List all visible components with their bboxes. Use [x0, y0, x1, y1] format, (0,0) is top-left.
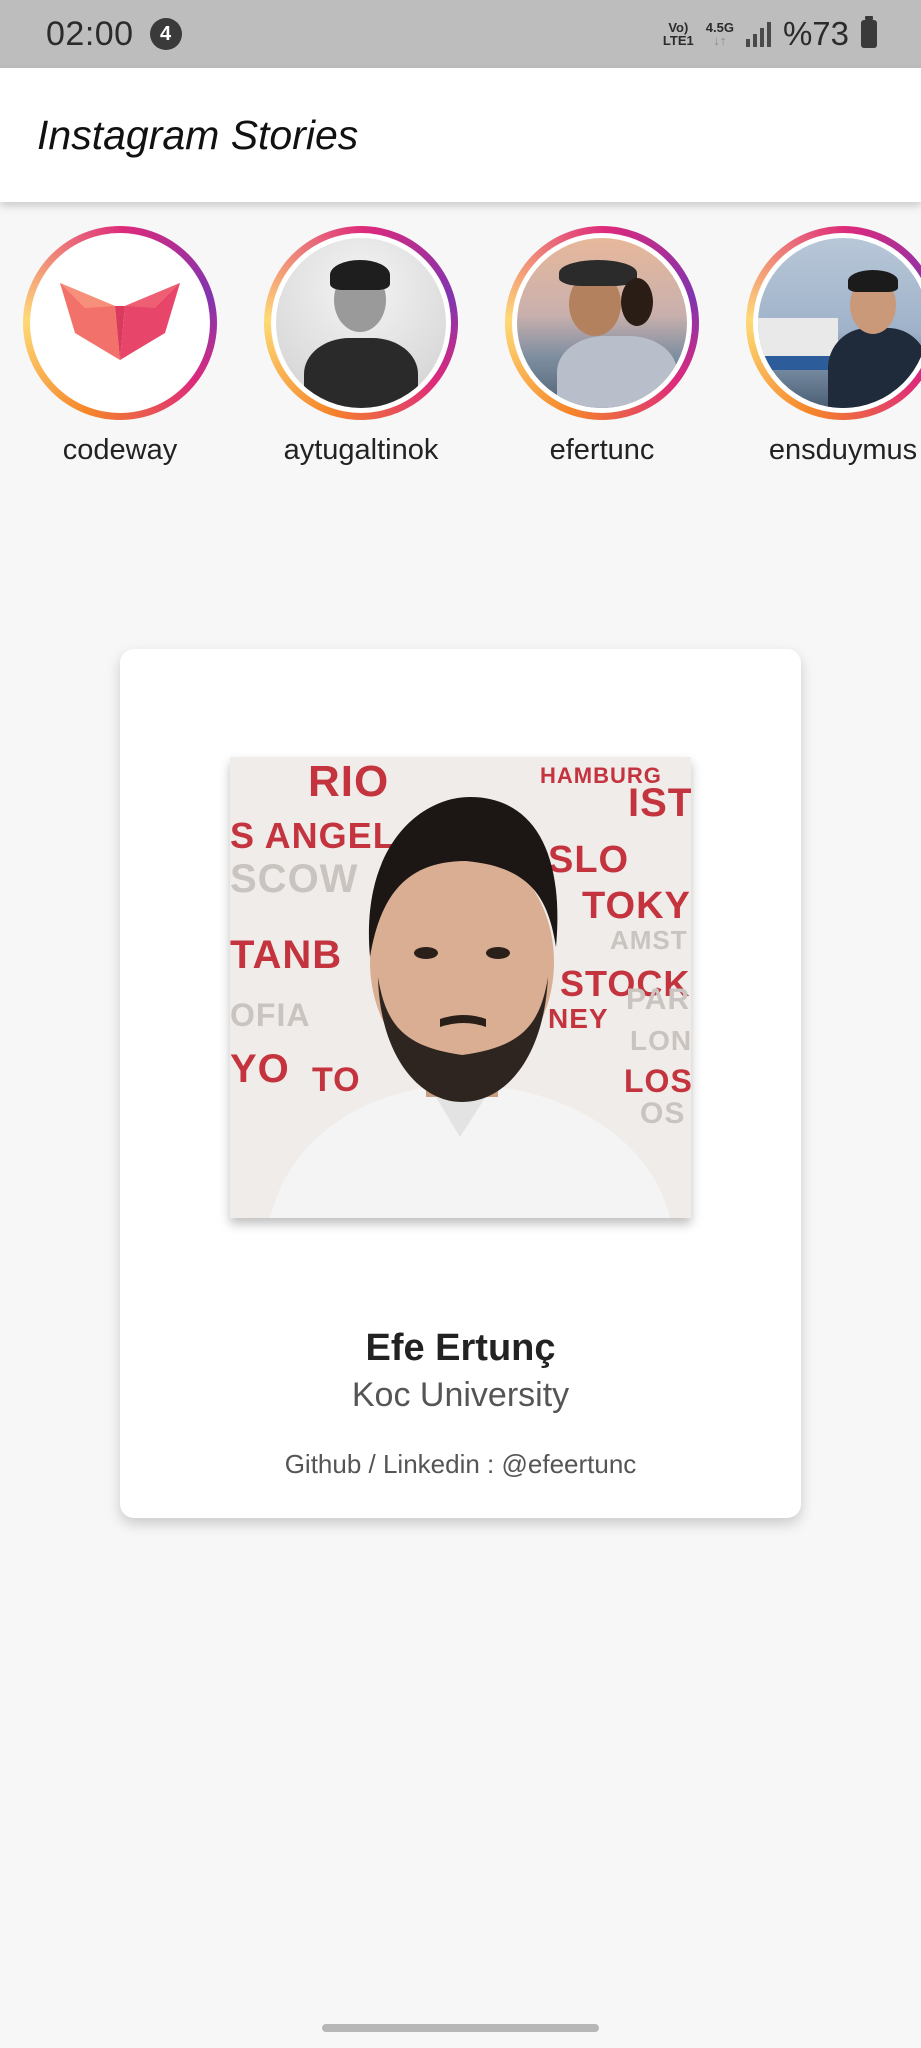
status-left: 02:00 4 — [46, 15, 182, 54]
story-avatar-frame — [512, 233, 692, 413]
stories-row[interactable]: codeway aytugaltinok efertunc ensduymus — [0, 226, 921, 476]
avatar-efertunc — [517, 238, 687, 408]
data-network-icon: 4.5G ↓↑ — [706, 21, 734, 47]
status-time: 02:00 — [46, 14, 134, 53]
profile-photo: RIO HAMBURG IST S ANGEL SCOW SLO TOKY TA… — [230, 757, 691, 1218]
story-ring — [23, 226, 217, 420]
app-bar: Instagram Stories — [0, 68, 921, 202]
battery-icon — [861, 16, 877, 48]
codeway-logo-icon — [60, 283, 180, 360]
profile-name: Efe Ertunç — [365, 1327, 556, 1369]
story-avatar-frame — [271, 233, 451, 413]
home-indicator[interactable] — [322, 2024, 599, 2032]
notification-count-badge: 4 — [149, 18, 182, 50]
lte-label: LTE1 — [662, 33, 694, 48]
story-efertunc[interactable]: efertunc — [502, 226, 702, 467]
volte-icon: Vo) LTE1 — [663, 21, 694, 47]
story-username: aytugaltinok — [283, 434, 439, 466]
avatar-aytugaltinok — [276, 238, 446, 408]
story-username: efertunc — [549, 434, 655, 466]
avatar-ensduymus — [758, 238, 921, 408]
story-ensduymus[interactable]: ensduymus — [743, 226, 921, 467]
profile-social-handle: Github / Linkedin : @efeertunc — [284, 1449, 637, 1479]
signal-strength-icon — [745, 21, 771, 47]
story-username: codeway — [62, 434, 178, 466]
story-aytugaltinok[interactable]: aytugaltinok — [261, 226, 461, 467]
data-arrows-icon: ↓↑ — [713, 33, 727, 48]
story-ring — [264, 226, 458, 420]
profile-card[interactable]: RIO HAMBURG IST S ANGEL SCOW SLO TOKY TA… — [120, 649, 801, 1518]
status-bar: 02:00 4 Vo) LTE1 4.5G ↓↑ %73 — [0, 0, 921, 68]
battery-percent: %73 — [782, 15, 849, 52]
story-ring — [505, 226, 699, 420]
person-portrait — [270, 797, 670, 1218]
story-avatar-frame — [30, 233, 210, 413]
story-avatar-frame — [753, 233, 921, 413]
status-right: Vo) LTE1 4.5G ↓↑ %73 — [663, 15, 877, 53]
story-codeway[interactable]: codeway — [20, 226, 220, 467]
story-ring — [746, 226, 921, 420]
app-title: Instagram Stories — [37, 111, 359, 158]
story-username: ensduymus — [768, 434, 918, 466]
profile-school: Koc University — [351, 1376, 570, 1414]
